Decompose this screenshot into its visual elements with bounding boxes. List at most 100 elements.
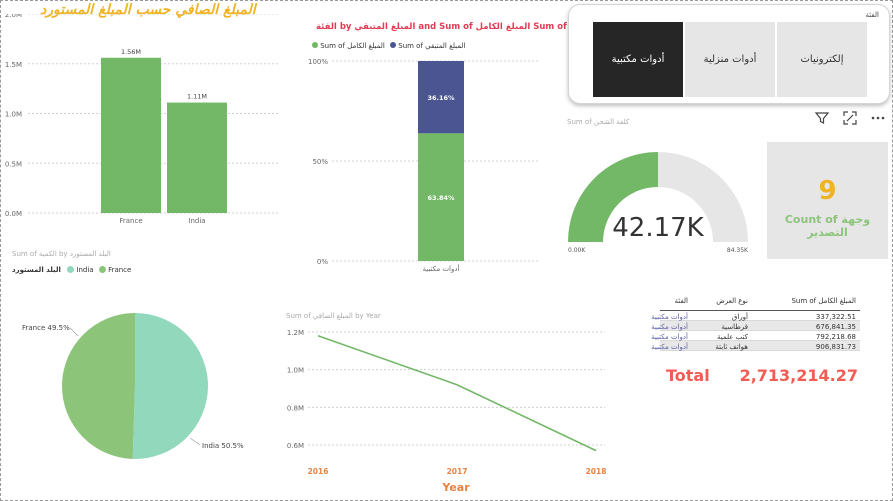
x-tick-label: India (188, 217, 205, 225)
table-row: أدوات مكتبية قرطاسية 676,841.35 (651, 321, 860, 331)
bar-chart[interactable]: 0.0M 0.5M 1.0M 1.5M 2.0M 1.56M 1.11M France In… (0, 14, 285, 244)
pie-slice-india[interactable] (132, 313, 209, 459)
x-tick-label: 2018 (586, 467, 607, 476)
category-slicer[interactable]: الفئة أدوات مكتبية أدوات منزلية إلكتروني… (568, 4, 890, 104)
y-tick-label: 0.0M (5, 210, 22, 218)
line-chart-title: Sum of المبلغ الصافي by Year (286, 312, 381, 320)
stacked-legend: Sum of المبلغ الكامل Sum of المبلغ المتب… (312, 42, 465, 50)
row-display-type: كتب علمية (717, 333, 748, 341)
line-y-axis: 0.6M 0.8M 1.0M 1.2M (287, 329, 304, 450)
bar-legend-caption: Sum of الكمية by البلد المستورد (12, 250, 111, 258)
filter-icon[interactable] (814, 110, 830, 126)
y-tick-label: 2.0M (5, 14, 22, 19)
y-tick-label: 1.2M (287, 329, 304, 337)
focus-mode-icon[interactable] (842, 110, 858, 126)
x-tick-label: 2016 (308, 467, 329, 476)
y-tick-label: 100% (308, 58, 328, 66)
bar-data-label: 1.11M (187, 93, 207, 101)
header-display-type[interactable]: نوع العرض (716, 297, 748, 305)
pie-label-france: France 49.5% (22, 324, 70, 332)
pie-label-india: India 50.5% (202, 442, 244, 450)
pie-chart[interactable]: France 49.5% India 50.5% (0, 300, 285, 495)
table-total-row: Total 2,713,214.27 (666, 362, 858, 388)
row-display-type: قرطاسية (721, 323, 748, 331)
y-tick-label: 0.5M (5, 160, 22, 168)
stacked-chart-title: الفئة by المبلغ المتبقي and Sum of المبل… (316, 22, 567, 32)
segment-data-label: 63.84% (427, 194, 455, 202)
y-tick-label: 0% (317, 258, 328, 266)
bar-legend-title: البلد المستورد (12, 266, 61, 274)
x-tick-label: 2017 (447, 467, 468, 476)
row-category[interactable]: أدوات مكتبية (651, 343, 688, 351)
pie-leader-line (189, 437, 201, 446)
line-chart[interactable]: 0.6M 0.8M 1.0M 1.2M 2016 2017 2018 Year (280, 320, 620, 498)
segment-data-label: 36.16% (427, 94, 455, 102)
table-header: الفئة نوع العرض Sum of المبلغ الكامل (660, 293, 860, 311)
visual-header-toolbar (812, 110, 890, 126)
table-row: أدوات مكتبية هواتف ثابتة 906,831.73 (651, 341, 860, 351)
pie-slices (62, 313, 209, 459)
legend-india-label: India (76, 266, 94, 274)
y-tick-label: 1.0M (287, 367, 304, 375)
row-total: 337,322.51 (815, 313, 856, 321)
row-category[interactable]: أدوات مكتبية (651, 313, 688, 321)
y-tick-label: 1.0M (5, 111, 22, 119)
line-x-axis: 2016 2017 2018 (308, 467, 607, 476)
bar-y-axis: 0.0M 0.5M 1.0M 1.5M 2.0M (5, 14, 22, 218)
bar-data-label: 1.56M (121, 48, 141, 56)
more-options-icon[interactable] (870, 110, 886, 126)
total-value: 2,713,214.27 (739, 366, 858, 385)
row-display-type: أوراق (731, 313, 748, 321)
legend-france-marker (98, 266, 106, 273)
bar-marks: 1.56M 1.11M (101, 48, 227, 213)
slicer-option-household-tools[interactable]: أدوات منزلية (685, 22, 775, 97)
legend-full-amount-label: Sum of المبلغ الكامل (320, 42, 385, 50)
y-tick-label: 0.6M (287, 442, 304, 450)
row-total: 792,218.68 (815, 333, 856, 341)
bar-india[interactable] (167, 102, 227, 213)
table-row: أدوات مكتبية كتب علمية 792,218.68 (651, 331, 860, 341)
card-value: 9 (818, 176, 837, 206)
bar-x-axis: France India (119, 217, 205, 225)
row-display-type: هواتف ثابتة (715, 343, 748, 351)
y-tick-label: 1.5M (5, 61, 22, 69)
y-tick-label: 50% (312, 158, 328, 166)
stacked-x-axis: أدوات مكتبية (423, 264, 460, 273)
gauge-min-label: 0.00K (568, 247, 586, 254)
legend-remaining-amount-label: Sum of المبلغ المتبقي (398, 42, 466, 50)
legend-full-amount-marker (312, 42, 318, 48)
row-category[interactable]: أدوات مكتبية (651, 323, 688, 331)
slicer-option-office-supplies[interactable]: أدوات مكتبية (593, 22, 683, 97)
legend-remaining-amount-marker (390, 42, 397, 48)
gauge-title: Sum of كلفة الشحن (567, 118, 630, 126)
slicer-title: الفئة (865, 11, 879, 19)
legend-france-label: France (108, 266, 132, 274)
y-tick-label: 0.8M (287, 404, 304, 412)
legend-india-marker (67, 266, 75, 273)
header-category[interactable]: الفئة (675, 297, 688, 305)
category-table[interactable]: الفئة نوع العرض Sum of المبلغ الكامل أدو… (651, 293, 860, 351)
bar-france[interactable] (101, 57, 161, 213)
card-label: Count of وجهة التصدير (784, 213, 871, 239)
row-total: 906,831.73 (815, 343, 856, 351)
gauge-value: 42.17K (612, 213, 704, 243)
table-row: أدوات مكتبية أوراق 337,322.51 (651, 311, 860, 321)
row-total: 676,841.35 (815, 323, 856, 331)
gauge-max-label: 84.35K (727, 247, 749, 254)
bar-legend: البلد المستورد India France (12, 266, 131, 274)
total-label: Total (666, 366, 710, 385)
stacked-marks: 63.84% 36.16% (418, 61, 464, 261)
x-tick-label: France (119, 217, 142, 225)
line-series (317, 335, 597, 452)
slicer-option-electronics[interactable]: إلكترونيات (777, 22, 867, 97)
x-tick-label: أدوات مكتبية (423, 264, 460, 273)
header-total[interactable]: Sum of المبلغ الكامل (791, 297, 856, 305)
gauge-chart[interactable]: 42.17K 0.00K 84.35K (560, 140, 760, 260)
stacked-y-axis: 0% 50% 100% (308, 58, 328, 266)
stacked-bar-chart[interactable]: 0% 50% 100% 63.84% 36.16% أدوات مكتبية (290, 50, 540, 285)
pie-slice-france[interactable] (62, 313, 135, 459)
kpi-card[interactable]: 9 Count of وجهة التصدير (767, 142, 888, 259)
row-category[interactable]: أدوات مكتبية (651, 333, 688, 341)
line-x-title: Year (441, 481, 470, 494)
pie-leader-line (69, 327, 79, 337)
